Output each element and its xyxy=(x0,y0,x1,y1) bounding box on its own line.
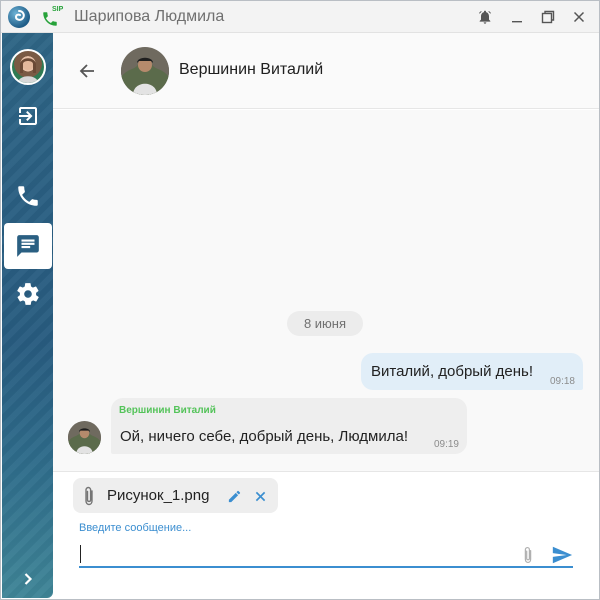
minimize-icon xyxy=(512,21,522,23)
close-button[interactable] xyxy=(567,5,591,29)
maximize-icon xyxy=(541,10,555,24)
sidebar-item-settings[interactable] xyxy=(2,271,53,317)
attachment-chip[interactable]: Рисунок_1.png xyxy=(73,478,278,513)
title-bar[interactable]: SIP Шарипова Людмила xyxy=(1,1,599,33)
bell-icon xyxy=(479,10,491,24)
app-logo-icon xyxy=(8,6,30,28)
chevron-right-icon xyxy=(24,573,32,585)
contact-avatar[interactable] xyxy=(121,47,169,95)
message-input-label: Введите сообщение... xyxy=(79,522,192,534)
message-composer: Рисунок_1.png Введите сообщение... xyxy=(53,471,599,598)
close-icon xyxy=(573,11,585,23)
remove-attachment-button[interactable] xyxy=(251,487,269,505)
sender-avatar[interactable] xyxy=(68,421,101,454)
text-caret xyxy=(80,545,81,563)
message-text: Виталий, добрый день! xyxy=(371,363,533,380)
app-window: SIP Шарипова Людмила Вершинин Виталий 8 … xyxy=(0,0,600,600)
sidebar-item-calls[interactable] xyxy=(2,173,53,219)
chat-icon xyxy=(17,235,39,257)
pencil-icon xyxy=(228,490,240,502)
chat-header: Вершинин Виталий xyxy=(53,33,599,109)
window-title: Шарипова Людмила xyxy=(74,8,225,25)
user-avatar[interactable] xyxy=(10,49,46,85)
sip-label: SIP xyxy=(52,6,64,13)
attach-file-button[interactable] xyxy=(519,544,537,566)
gear-icon xyxy=(16,283,39,305)
paperclip-icon xyxy=(524,546,532,564)
sidebar-expand-button[interactable] xyxy=(2,563,53,595)
message-input[interactable] xyxy=(79,540,573,568)
contact-name: Вершинин Виталий xyxy=(179,61,324,78)
sidebar xyxy=(2,33,53,598)
edit-attachment-button[interactable] xyxy=(225,487,243,505)
date-divider: 8 июня xyxy=(287,311,363,336)
sidebar-item-logout[interactable] xyxy=(2,93,53,139)
notifications-bell-button[interactable] xyxy=(473,5,497,29)
sip-phone-icon[interactable]: SIP xyxy=(41,6,65,29)
message-outgoing[interactable]: Виталий, добрый день! 09:18 xyxy=(361,353,583,390)
message-time: 09:18 xyxy=(549,376,575,387)
back-button[interactable] xyxy=(75,59,99,83)
sidebar-item-chats[interactable] xyxy=(4,223,52,269)
send-button[interactable] xyxy=(549,542,575,568)
attachment-file-name: Рисунок_1.png xyxy=(107,487,210,504)
message-time: 09:19 xyxy=(433,439,459,450)
maximize-button[interactable] xyxy=(536,5,560,29)
logout-icon xyxy=(18,107,37,125)
paperclip-icon xyxy=(81,485,97,512)
message-text: Ой, ничего себе, добрый день, Людмила! xyxy=(120,428,408,445)
message-incoming[interactable]: Вершинин Виталий Ой, ничего себе, добрый… xyxy=(111,398,467,454)
phone-icon xyxy=(17,186,38,206)
minimize-button[interactable] xyxy=(505,5,529,29)
close-icon xyxy=(255,491,265,501)
send-icon xyxy=(552,546,573,564)
message-list[interactable]: 8 июня Виталий, добрый день! 09:18 Верши… xyxy=(53,110,599,471)
arrow-left-icon xyxy=(79,64,94,78)
message-sender: Вершинин Виталий xyxy=(119,405,216,416)
